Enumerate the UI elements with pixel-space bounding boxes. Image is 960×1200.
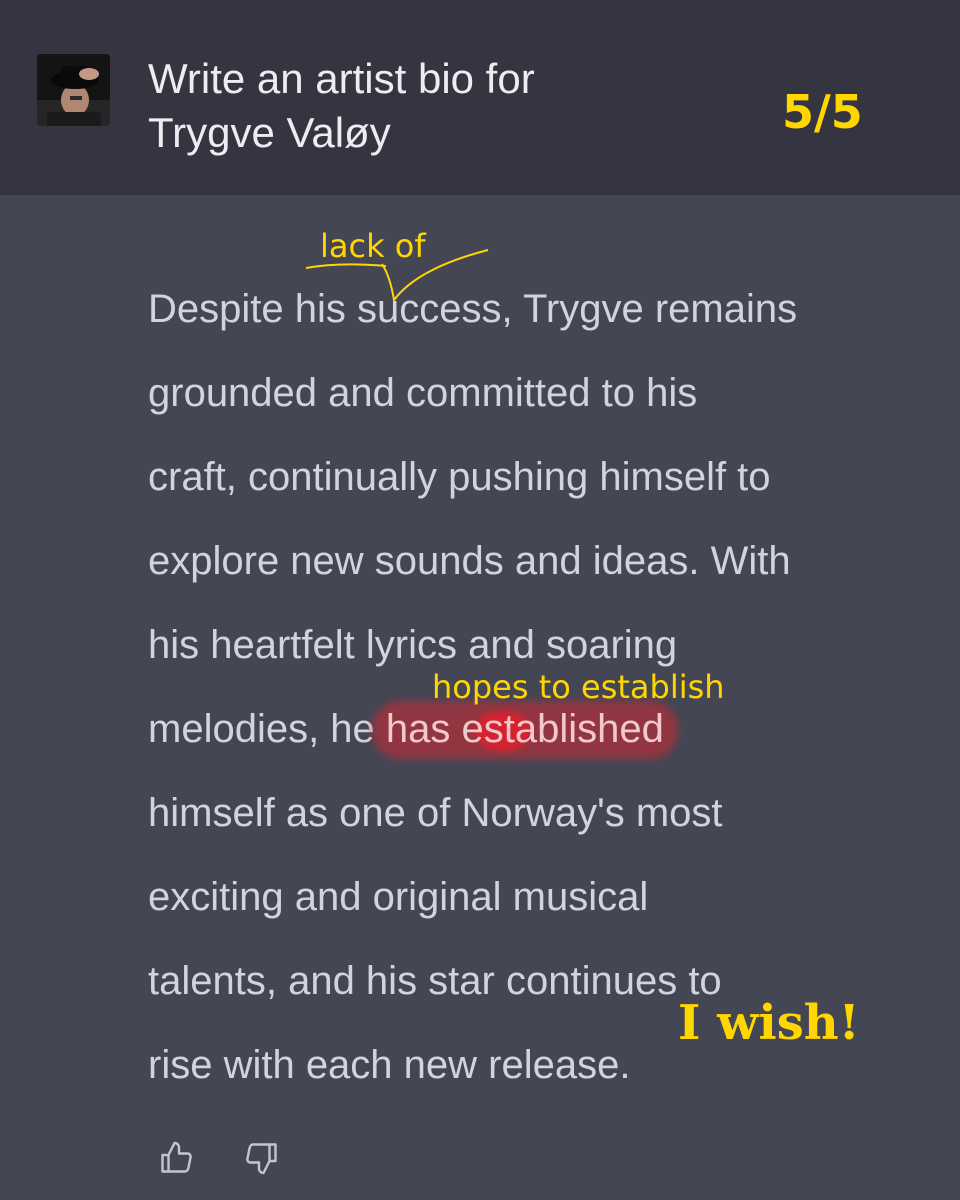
- thumbs-down-icon[interactable]: [244, 1140, 280, 1176]
- annotation-i-wish: I wish!: [678, 995, 860, 1051]
- response-line: himself as one of Norway's most: [148, 791, 723, 835]
- chat-page: Write an artist bio for Trygve Valøy 5/5…: [0, 0, 960, 1200]
- response-line-start: melodies, he: [148, 707, 386, 751]
- response-counter-annotation: 5/5: [782, 85, 863, 139]
- top-strip: [0, 0, 960, 22]
- response-line: exciting and original musical: [148, 875, 649, 919]
- response-line: Despite his success, Trygve remains: [148, 287, 798, 331]
- highlighted-phrase: has established: [371, 701, 678, 759]
- highlighted-text: has established: [385, 707, 664, 751]
- prompt-text: Write an artist bio for Trygve Valøy: [148, 55, 535, 156]
- user-message-header: Write an artist bio for Trygve Valøy 5/5: [0, 22, 960, 195]
- response-line: grounded and committed to his: [148, 371, 698, 415]
- response-line: explore new sounds and ideas. With: [148, 539, 791, 583]
- annotation-hopes-to-establish: hopes to establish: [432, 668, 725, 706]
- thumbs-up-icon[interactable]: [158, 1140, 194, 1176]
- user-avatar: [37, 54, 110, 126]
- annotation-lack-of: lack of: [320, 227, 426, 265]
- response-line: craft, continually pushing himself to: [148, 455, 771, 499]
